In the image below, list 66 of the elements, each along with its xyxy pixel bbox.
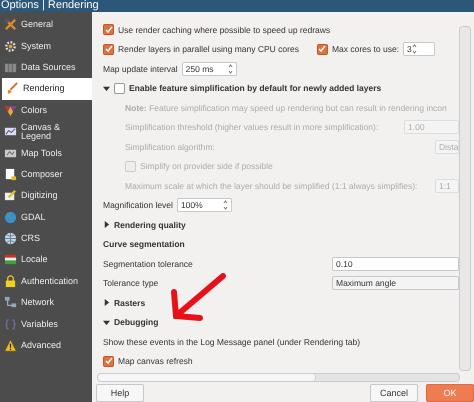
pencil-icon — [4, 189, 17, 202]
padlock-icon — [4, 274, 17, 288]
checkbox[interactable] — [114, 82, 125, 94]
globe-icon — [4, 210, 17, 224]
dropdown[interactable]: Maximum angle — [332, 276, 459, 290]
expander-arrow-icon[interactable] — [103, 299, 110, 306]
flag-icon — [4, 253, 17, 266]
input-field[interactable]: 0.10 — [332, 256, 459, 271]
page-icon — [4, 168, 17, 181]
sidebar-item[interactable]: CRS — [0, 228, 92, 250]
globe-icon — [4, 232, 17, 246]
spin-box[interactable]: 100% — [176, 198, 232, 212]
expander-arrow-icon[interactable] — [103, 84, 110, 92]
field-label: Tolerance type — [103, 278, 158, 288]
sidebar-item[interactable]: Authentication — [0, 270, 92, 292]
field-label: Magnification level — [103, 200, 173, 210]
sidebar-item[interactable]: Data Sources — [0, 56, 92, 78]
sidebar-item[interactable]: Network — [0, 292, 92, 314]
field-label: Simplification threshold (higher values result in more simplification): — [125, 122, 378, 132]
warning-icon — [4, 339, 17, 352]
window-title: Options | Rendering — [0, 0, 474, 12]
sidebar-item[interactable]: Composer — [0, 164, 92, 186]
horizontal-scrollbar[interactable] — [97, 373, 460, 382]
field-label: Map update interval — [103, 64, 178, 74]
checkbox-label: Use render caching where possible to speed up redraws — [118, 24, 330, 35]
sidebar-item[interactable]: Canvas & Legend — [0, 120, 92, 142]
sidebar-item[interactable]: Digitizing — [0, 185, 92, 207]
sidebar-item[interactable]: Locale — [0, 249, 92, 271]
note-text: Show these events in the Log Message panel (under Rendering tab) — [103, 336, 360, 347]
sidebar-item[interactable]: Colors — [0, 100, 92, 121]
field-label: Simplification algorithm: — [125, 142, 215, 152]
checkbox-label: Render layers in parallel using many CPU cores — [118, 44, 299, 54]
section-heading: Curve segmentation — [103, 239, 185, 250]
expander-arrow-icon[interactable] — [103, 318, 110, 326]
variables-icon — [4, 318, 17, 331]
checkbox[interactable] — [103, 24, 114, 36]
section-header[interactable]: Rendering quality — [114, 220, 186, 230]
checkbox-label: Enable feature simplification by default for newly added layers — [129, 83, 382, 94]
checkbox-label: Max cores to use: — [332, 44, 400, 54]
gear-icon — [4, 40, 17, 53]
dialog-button[interactable]: Help — [96, 384, 144, 402]
sidebar-item[interactable]: Map Tools — [0, 142, 92, 164]
dialog-button[interactable]: Cancel — [370, 384, 418, 402]
sidebar-item[interactable]: Variables — [0, 313, 92, 335]
checkbox[interactable] — [103, 356, 114, 367]
spin-box[interactable]: 250 ms — [182, 62, 237, 76]
sidebar-item[interactable]: Rendering — [2, 78, 92, 100]
field-label: Segmentation tolerance — [103, 258, 193, 269]
expander-arrow-icon[interactable] — [103, 221, 110, 228]
checkbox[interactable] — [316, 44, 328, 55]
section-header[interactable]: Debugging — [114, 317, 158, 328]
sidebar-item[interactable]: System — [0, 35, 92, 57]
sidebar-item[interactable]: Advanced — [0, 334, 92, 356]
network-icon — [4, 296, 17, 310]
vertical-scrollbar[interactable] — [459, 26, 471, 371]
tools-icon — [4, 18, 17, 32]
spin-box[interactable]: 3 — [403, 42, 436, 56]
checkbox-label: Simplify on provider side if possible — [140, 161, 273, 172]
section-header[interactable]: Rasters — [114, 298, 146, 308]
sidebar-item[interactable]: GDAL — [0, 206, 92, 228]
sidebar-item[interactable]: General — [0, 14, 92, 36]
brush-icon — [6, 82, 19, 96]
field-label: Maximum scale at which the layer should be simplified (1:1 always simplifies): — [125, 180, 418, 191]
checkbox-label: Map canvas refresh — [118, 356, 193, 366]
checkbox[interactable] — [103, 44, 114, 55]
note-text: Note: Feature simplification may speed up rendering but can result in rendering incon — [125, 102, 447, 113]
